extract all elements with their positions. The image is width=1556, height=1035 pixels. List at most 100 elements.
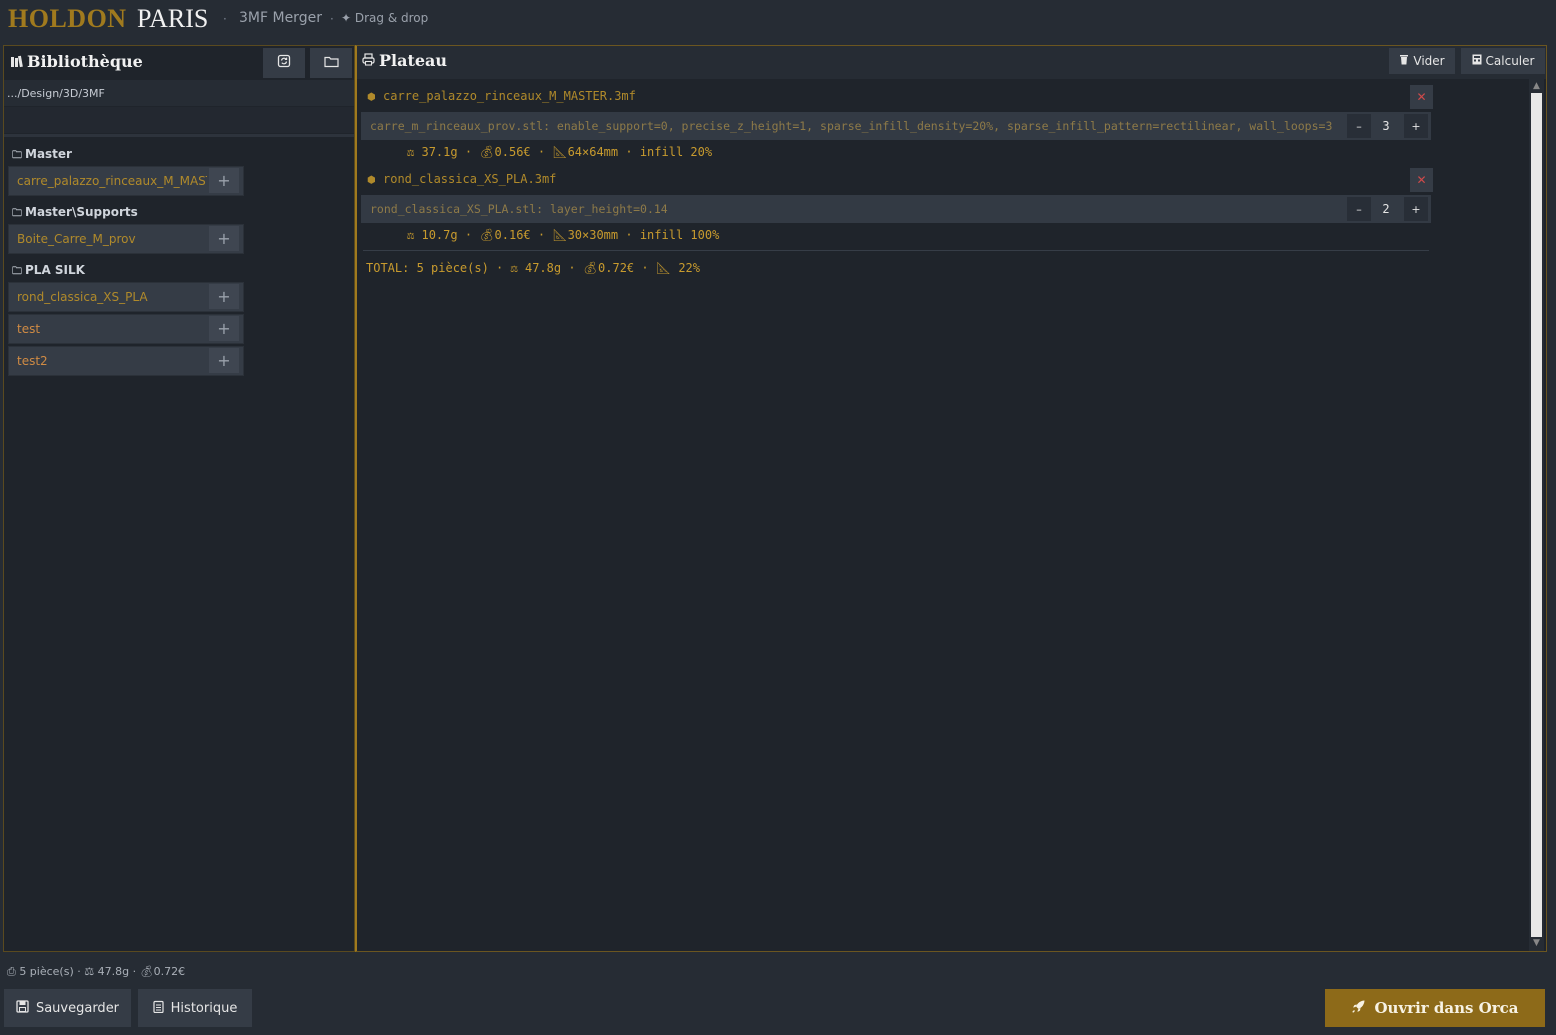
library-path: .../Design/3D/3MF (7, 87, 105, 100)
library-item[interactable]: test + (8, 314, 244, 344)
scroll-down-arrow-icon[interactable]: ▼ (1531, 938, 1542, 949)
brand-logo-paris: PARIS (137, 4, 209, 33)
quantity-value: 3 (1382, 119, 1390, 133)
file-weight: 37.1g (421, 145, 458, 159)
file-infill: infill 20% (639, 145, 713, 159)
plate-file-name: ⬢ carre_palazzo_rinceaux_M_MASTER.3mf (367, 89, 636, 103)
calculator-icon (1472, 54, 1482, 68)
history-button[interactable]: Historique (138, 989, 252, 1027)
library-title-text: Bibliothèque (27, 52, 143, 71)
trash-icon (1399, 54, 1409, 68)
money-bag-icon: 💰︎ (479, 145, 495, 159)
clear-plate-label: Vider (1413, 54, 1445, 68)
plate-param-row: carre_m_rinceaux_prov.stl: enable_suppor… (361, 112, 1431, 140)
quantity-increase-button[interactable]: + (1404, 197, 1428, 221)
open-in-orca-button[interactable]: Ouvrir dans Orca (1325, 989, 1545, 1027)
quantity-decrease-button[interactable]: – (1347, 114, 1371, 138)
open-in-orca-label: Ouvrir dans Orca (1374, 999, 1519, 1017)
floppy-icon (16, 999, 29, 1017)
printer-icon (362, 53, 377, 69)
quantity-increase-button[interactable]: + (1404, 114, 1428, 138)
clipboard-icon (153, 1000, 164, 1017)
group-label-text: PLA SILK (25, 263, 85, 277)
save-button[interactable]: Sauvegarder (4, 989, 131, 1027)
app-header: HOLDON PARIS · 3MF Merger · ✦ Drag & dro… (0, 0, 1556, 44)
library-item-label: carre_palazzo_rinceaux_M_MASTER (17, 174, 207, 188)
plate-file-name: ⬢ rond_classica_XS_PLA.3mf (367, 172, 556, 186)
add-to-plate-button[interactable]: + (209, 316, 239, 341)
library-title: Bibliothèque (10, 52, 143, 71)
money-bag-icon: 💰︎ (582, 261, 599, 275)
header-separator: · (223, 12, 227, 26)
brand-logo-holdon: HOLDON (8, 4, 127, 33)
library-item-label: test (17, 322, 41, 336)
library-item[interactable]: carre_palazzo_rinceaux_M_MASTER + (8, 166, 244, 196)
quantity-value: 2 (1382, 202, 1390, 216)
plate-param-text: carre_m_rinceaux_prov.stl: enable_suppor… (370, 119, 1333, 133)
money-bag-icon: 💰︎ (139, 965, 154, 978)
folder-icon: 🗀 (12, 150, 22, 161)
money-bag-icon: 💰︎ (479, 228, 495, 242)
plate-scrollbar[interactable]: ▲ ▼ (1529, 79, 1544, 951)
plate-file-name-text: carre_palazzo_rinceaux_M_MASTER.3mf (383, 89, 636, 103)
total-percent: 22% (678, 261, 700, 275)
library-panel: Bibliothèque .../Design/3D/3MF 🗀 Master c… (3, 45, 355, 952)
package-icon: ⬢ (367, 92, 376, 103)
plate-panel: Plateau Vider Calculer ⬢ carre_palazzo_ri… (355, 45, 1547, 952)
group-label-text: Master (25, 147, 72, 161)
add-to-plate-button[interactable]: + (209, 348, 239, 373)
summary-pieces: 5 pièce(s) (19, 965, 74, 978)
quantity-decrease-button[interactable]: – (1347, 197, 1371, 221)
file-infill: infill 100% (639, 228, 720, 242)
clear-plate-button[interactable]: Vider (1389, 48, 1455, 74)
file-size: 30×30mm (567, 228, 619, 242)
add-to-plate-button[interactable]: + (209, 284, 239, 309)
calculate-label: Calculer (1485, 54, 1535, 68)
plate-file-stats: ⚖ 10.7g · 💰︎0.16€ · 📐︎30×30mm · infill 1… (407, 228, 720, 242)
library-divider (4, 134, 354, 137)
folder-icon: 🗀 (12, 208, 22, 219)
open-folder-button[interactable] (310, 48, 352, 78)
group-label-master: 🗀 Master (12, 147, 72, 165)
scroll-up-arrow-icon[interactable]: ▲ (1531, 81, 1542, 92)
plate-param-row: rond_classica_XS_PLA.stl: layer_height=0… (361, 195, 1431, 223)
library-item[interactable]: Boite_Carre_M_prov + (8, 224, 244, 254)
library-header: Bibliothèque (4, 46, 354, 80)
refresh-button[interactable] (263, 48, 305, 78)
status-summary: ⎙ 5 pièce(s) · ⚖ 47.8g · 💰︎0.72€ (7, 965, 186, 978)
books-icon (10, 55, 24, 71)
scale-icon: ⚖ (407, 145, 415, 159)
library-item-label: test2 (17, 354, 48, 368)
plate-header: Plateau Vider Calculer (357, 46, 1546, 79)
summary-weight: 47.8g (97, 965, 130, 978)
ruler-icon: 📐︎ (655, 261, 672, 275)
add-to-plate-button[interactable]: + (209, 168, 239, 193)
calculate-button[interactable]: Calculer (1461, 48, 1545, 74)
library-filter-input[interactable] (4, 107, 354, 133)
drag-drop-hint: ✦ Drag & drop (341, 11, 429, 25)
library-item[interactable]: test2 + (8, 346, 244, 376)
app-subtitle: 3MF Merger (239, 10, 322, 26)
add-to-plate-button[interactable]: + (209, 226, 239, 251)
package-icon: ⬢ (367, 175, 376, 186)
remove-file-button[interactable]: ✕ (1410, 85, 1433, 109)
total-divider (363, 250, 1429, 251)
printer-icon: ⎙ (7, 965, 16, 978)
library-item-label: Boite_Carre_M_prov (17, 232, 136, 246)
plate-title-text: Plateau (379, 51, 448, 70)
remove-file-button[interactable]: ✕ (1410, 168, 1433, 192)
group-label-master-supports: 🗀 Master\Supports (12, 205, 138, 223)
plate-param-text: rond_classica_XS_PLA.stl: layer_height=0… (370, 202, 668, 216)
ruler-icon: 📐︎ (552, 145, 568, 159)
plate-file-stats: ⚖ 37.1g · 💰︎0.56€ · 📐︎64×64mm · infill 2… (407, 145, 713, 159)
folder-icon: 🗀 (12, 266, 22, 277)
plate-file-name-text: rond_classica_XS_PLA.3mf (383, 172, 557, 186)
scroll-thumb[interactable] (1531, 93, 1542, 937)
rocket-icon (1351, 999, 1366, 1018)
group-label-text: Master\Supports (25, 205, 138, 219)
scale-icon: ⚖ (84, 965, 95, 978)
library-item-label: rond_classica_XS_PLA (17, 290, 148, 304)
save-label: Sauvegarder (35, 1000, 120, 1016)
file-cost: 0.16€ (494, 228, 531, 242)
library-item[interactable]: rond_classica_XS_PLA + (8, 282, 244, 312)
